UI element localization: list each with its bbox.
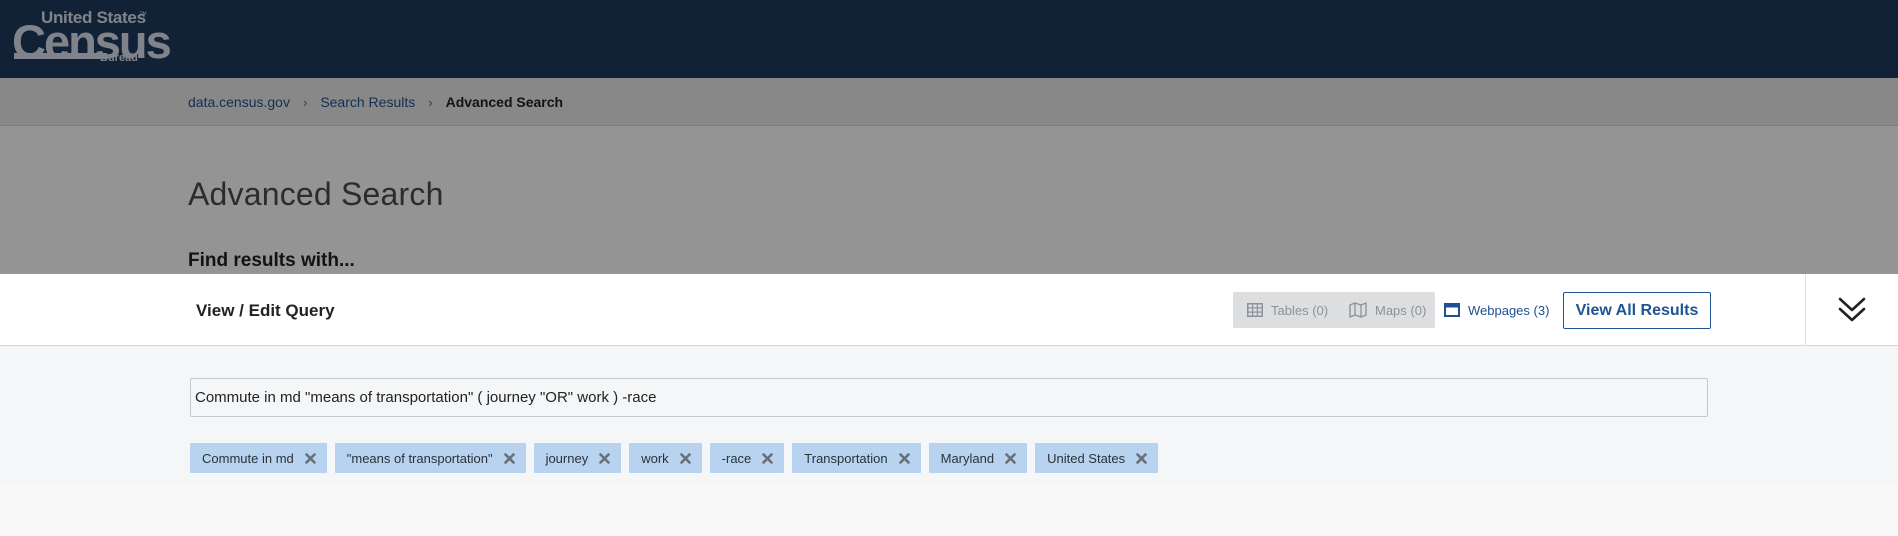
query-chip[interactable]: Maryland <box>928 443 1028 473</box>
chip-label: work <box>641 450 669 466</box>
tab-tables[interactable]: Tables (0) <box>1233 292 1337 328</box>
close-x-icon[interactable] <box>1005 452 1016 464</box>
close-x-icon[interactable] <box>1136 452 1147 464</box>
query-chip[interactable]: -race <box>709 443 785 473</box>
tab-webpages-label: Webpages (3) <box>1468 302 1550 318</box>
modal-overlay[interactable] <box>0 0 1898 274</box>
query-panel-body: Commute in md "means of transportation" … <box>0 346 1898 484</box>
close-x-icon[interactable] <box>304 452 316 464</box>
double-chevron-down-icon <box>1838 297 1866 322</box>
tab-webpages[interactable]: Webpages (3) <box>1444 292 1549 328</box>
map-icon <box>1349 302 1367 318</box>
chip-label: -race <box>721 450 752 466</box>
chip-label: Transportation <box>804 450 888 466</box>
chip-label: "means of transportation" <box>346 450 493 466</box>
view-all-results-button[interactable]: View All Results <box>1563 292 1711 329</box>
query-input[interactable] <box>190 378 1708 417</box>
table-grid-icon <box>1247 303 1263 317</box>
query-chip-list: Commute in md "means of transportation" … <box>190 443 1159 473</box>
collapse-panel-button[interactable] <box>1805 274 1898 346</box>
query-chip[interactable]: United States <box>1035 443 1159 473</box>
browser-window-icon <box>1444 303 1460 317</box>
tab-tables-label: Tables (0) <box>1271 302 1329 318</box>
close-x-icon[interactable] <box>762 452 774 464</box>
chip-label: United States <box>1047 450 1126 466</box>
close-x-icon[interactable] <box>898 452 910 464</box>
tab-maps[interactable]: Maps (0) <box>1337 292 1435 328</box>
chip-label: journey <box>545 450 589 466</box>
result-type-toggle: Tables (0) Maps (0) <box>1233 292 1435 328</box>
close-x-icon[interactable] <box>679 452 691 464</box>
query-panel-title: View / Edit Query <box>196 301 335 320</box>
page-bottom-area <box>0 484 1898 536</box>
query-chip[interactable]: Commute in md <box>190 443 327 473</box>
query-chip[interactable]: journey <box>533 443 622 473</box>
query-panel-header: View / Edit Query Tables (0) Maps (0) We… <box>0 274 1898 346</box>
chip-label: Maryland <box>940 450 995 466</box>
tab-maps-label: Maps (0) <box>1375 302 1427 318</box>
close-x-icon[interactable] <box>503 452 515 464</box>
query-chip[interactable]: "means of transportation" <box>334 443 526 473</box>
query-chip[interactable]: work <box>629 443 702 473</box>
query-chip[interactable]: Transportation <box>792 443 921 473</box>
chip-label: Commute in md <box>202 450 294 466</box>
close-x-icon[interactable] <box>599 452 611 464</box>
